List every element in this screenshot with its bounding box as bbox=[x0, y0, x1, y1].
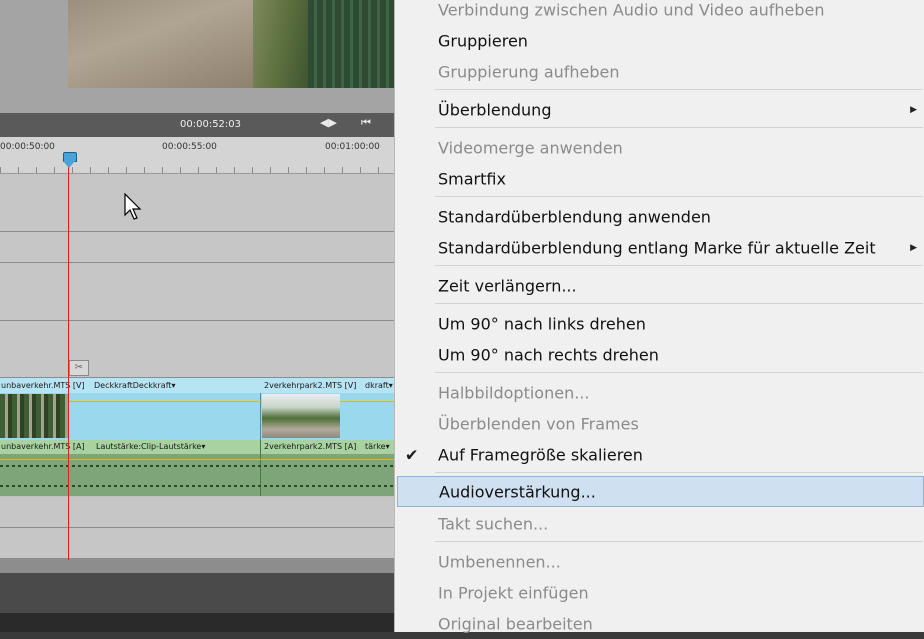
menu-item-smartfix[interactable]: Smartfix bbox=[395, 164, 924, 194]
menu-separator bbox=[435, 541, 923, 542]
video-preview bbox=[68, 0, 394, 88]
timeline-scrollbar[interactable] bbox=[0, 559, 394, 573]
track[interactable] bbox=[0, 321, 394, 378]
menu-separator bbox=[435, 127, 923, 128]
menu-item-default-transition-along-marker[interactable]: Standardüberblendung entlang Marke für a… bbox=[395, 233, 924, 263]
scissors-icon[interactable]: ✂ bbox=[69, 360, 89, 376]
clip-effect[interactable]: tärke▾ bbox=[365, 442, 390, 451]
menu-item-edit-original[interactable]: Original bearbeiten bbox=[395, 609, 924, 639]
menu-separator bbox=[435, 196, 923, 197]
ruler-label: 00:01:00:00 bbox=[325, 142, 380, 152]
clip-name: 2verkehrpark2.MTS [V] bbox=[264, 381, 357, 390]
clip-effect[interactable]: Lautstärke:Clip-Lautstärke▾ bbox=[96, 442, 205, 451]
track[interactable] bbox=[0, 232, 394, 263]
menu-separator bbox=[435, 472, 923, 473]
menu-item-field-options[interactable]: Halbbildoptionen... bbox=[395, 378, 924, 408]
clip-thumbnail bbox=[262, 394, 340, 438]
menu-item-frame-blending[interactable]: Überblenden von Frames bbox=[395, 409, 924, 439]
menu-separator bbox=[435, 303, 923, 304]
context-menu: Verbindung zwischen Audio und Video aufh… bbox=[394, 0, 924, 634]
track[interactable] bbox=[0, 174, 394, 232]
menu-item-beat-detect[interactable]: Takt suchen... bbox=[395, 509, 924, 539]
checkmark-icon: ✔ bbox=[405, 445, 419, 465]
menu-separator bbox=[435, 372, 923, 373]
set-in-point-icon[interactable]: ◀▶ bbox=[320, 116, 337, 129]
menu-item-group[interactable]: Gruppieren bbox=[395, 26, 924, 56]
menu-item-rename[interactable]: Umbenennen... bbox=[395, 547, 924, 577]
menu-item-rotate-right[interactable]: Um 90° nach rechts drehen bbox=[395, 340, 924, 370]
menu-item-audio-gain[interactable]: Audioverstärkung... bbox=[397, 476, 924, 507]
clip-effect[interactable]: DeckkraftDeckkraft▾ bbox=[94, 381, 176, 390]
submenu-arrow-icon: ▶ bbox=[910, 105, 917, 115]
clip-effect[interactable]: dkraft▾ bbox=[365, 381, 393, 390]
track[interactable] bbox=[0, 528, 394, 559]
menu-item-scale-to-frame-size[interactable]: ✔ Auf Framegröße skalieren bbox=[395, 440, 924, 470]
clip-name: 2verkehrpark2.MTS [A] bbox=[264, 442, 357, 451]
clip-name: unbaverkehr.MTS [V] bbox=[1, 381, 85, 390]
timeline-editor: 00:00:52:03 ◀▶ ⏮ 00:00:50:00 00:00:55:00… bbox=[0, 0, 394, 632]
go-to-start-icon[interactable]: ⏮ bbox=[361, 116, 371, 130]
audio-waveform bbox=[0, 485, 394, 487]
menu-item-apply-default-transition[interactable]: Standardüberblendung anwenden bbox=[395, 202, 924, 232]
mouse-cursor-icon bbox=[124, 193, 142, 220]
clip-thumbnail bbox=[0, 394, 68, 438]
ruler-label: 00:00:55:00 bbox=[162, 142, 217, 152]
menu-item-ungroup[interactable]: Gruppierung aufheben bbox=[395, 57, 924, 87]
menu-separator bbox=[435, 89, 923, 90]
menu-item-videomerge[interactable]: Videomerge anwenden bbox=[395, 133, 924, 163]
clip-name: unbaverkehr.MTS [A] bbox=[1, 442, 85, 451]
track[interactable] bbox=[0, 263, 394, 321]
menu-item-transition[interactable]: Überblendung ▶ bbox=[395, 95, 924, 125]
menu-item-unlink-audio-video[interactable]: Verbindung zwischen Audio und Video aufh… bbox=[395, 0, 924, 25]
menu-item-rotate-left[interactable]: Um 90° nach links drehen bbox=[395, 309, 924, 339]
menu-separator bbox=[435, 265, 923, 266]
track[interactable] bbox=[0, 497, 394, 528]
audio-waveform bbox=[0, 465, 394, 467]
timecode-display: 00:00:52:03 bbox=[180, 119, 242, 130]
menu-item-reveal-in-project[interactable]: In Projekt einfügen bbox=[395, 578, 924, 608]
menu-item-time-stretch[interactable]: Zeit verlängern... bbox=[395, 271, 924, 301]
submenu-arrow-icon: ▶ bbox=[910, 243, 917, 253]
ruler-label: 00:00:50:00 bbox=[0, 142, 55, 152]
